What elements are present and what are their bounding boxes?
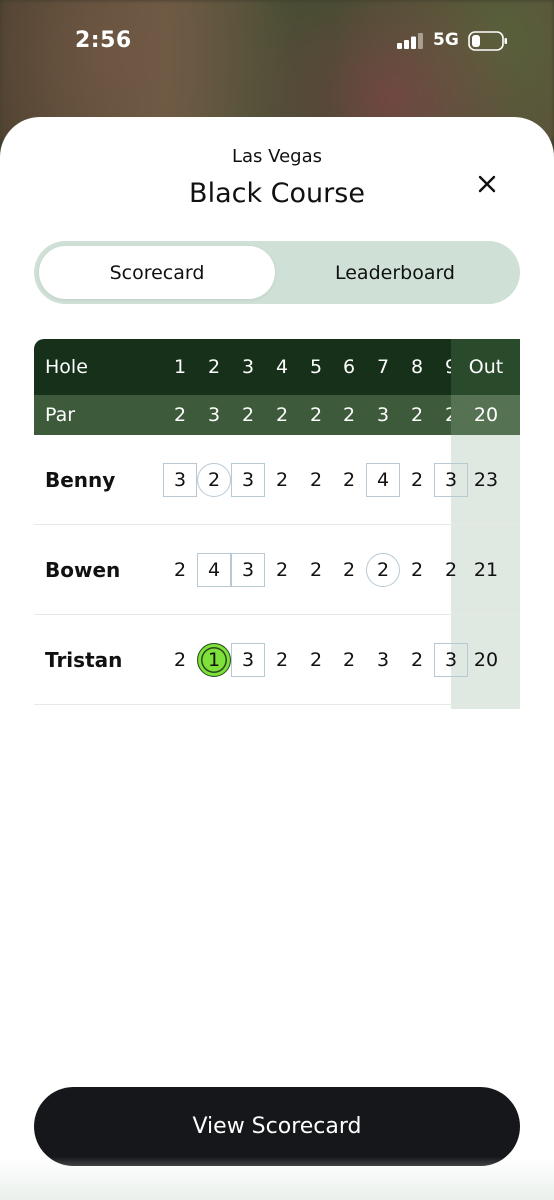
hole-number: 2 (207, 356, 221, 378)
score-value: 2 (309, 559, 323, 581)
score-cell: 3 (163, 435, 197, 525)
par-out: 20 (451, 395, 520, 435)
par-row: Par 232222322204 (34, 395, 520, 435)
score-cell: 2 (332, 525, 366, 615)
signal-icon (397, 33, 423, 49)
score-value: 2 (275, 559, 289, 581)
hole-label: Hole (45, 356, 88, 378)
table-row: Tristan213222323204 (34, 615, 520, 705)
score-cell: 2 (400, 615, 434, 705)
score-cell: 2 (163, 525, 197, 615)
score-value: 2 (342, 559, 356, 581)
score-square: 3 (231, 643, 265, 677)
player-out: 20 (473, 649, 499, 671)
hole-number: 6 (342, 356, 356, 378)
par-value: 2 (241, 404, 255, 426)
table-row: Benny323222423234 (34, 435, 520, 525)
bottom-fade (0, 1157, 554, 1200)
hole-number: 4 (275, 356, 289, 378)
par-label: Par (45, 404, 76, 426)
scorecard-table: Hole 123456789OutT Par 232222322204 Benn… (34, 339, 520, 709)
score-value: 2 (410, 649, 424, 671)
par-value: 2 (309, 404, 323, 426)
course-location: Las Vegas (232, 146, 322, 167)
par-value: 3 (376, 404, 390, 426)
hole-number: 5 (309, 356, 323, 378)
score-cell: 2 (299, 435, 333, 525)
score-cell: 2 (299, 525, 333, 615)
view-toggle: Scorecard Leaderboard (34, 241, 520, 304)
score-circle: 2 (366, 553, 400, 587)
network-label: 5G (433, 30, 459, 50)
score-cell: 2 (299, 615, 333, 705)
score-cell: 2 (265, 525, 299, 615)
score-cell: 2 (197, 435, 231, 525)
score-circle: 2 (197, 463, 231, 497)
tab-leaderboard[interactable]: Leaderboard (275, 246, 515, 299)
score-cell: 2 (366, 525, 400, 615)
status-bar: 2:56 5G (0, 0, 554, 80)
tab-scorecard[interactable]: Scorecard (39, 246, 275, 299)
battery-icon (468, 31, 507, 51)
par-value: 2 (173, 404, 187, 426)
status-time: 2:56 (75, 28, 132, 53)
hole-row: Hole 123456789OutT (34, 339, 520, 395)
score-cell: 2 (400, 435, 434, 525)
score-cell: 2 (332, 435, 366, 525)
score-value: 2 (309, 469, 323, 491)
score-cell: 1 (197, 615, 231, 705)
player-out: 21 (473, 559, 499, 581)
score-cell: 3 (231, 615, 265, 705)
score-value: 2 (173, 559, 187, 581)
score-value: 2 (275, 649, 289, 671)
table-row: Bowen243222222214 (34, 525, 520, 615)
par-value: 3 (207, 404, 221, 426)
score-cell: 3 (231, 525, 265, 615)
score-value: 2 (275, 469, 289, 491)
player-name: Tristan (45, 648, 123, 672)
score-cell: 2 (265, 435, 299, 525)
score-value: 2 (410, 469, 424, 491)
close-button[interactable] (470, 167, 504, 201)
score-cell: 2 (332, 615, 366, 705)
score-cell: 2 (265, 615, 299, 705)
close-icon (478, 175, 496, 193)
par-value: 2 (275, 404, 289, 426)
score-square: 4 (197, 553, 231, 587)
hole-number: 3 (241, 356, 255, 378)
score-value: 2 (342, 649, 356, 671)
scorecard-sheet: Las Vegas Black Course Scorecard Leaderb… (0, 117, 554, 1200)
score-value: 2 (342, 469, 356, 491)
view-scorecard-button[interactable]: View Scorecard (34, 1087, 520, 1166)
score-cell: 4 (366, 435, 400, 525)
score-value: 2 (173, 649, 187, 671)
score-square: 3 (163, 463, 197, 497)
par-value: 2 (342, 404, 356, 426)
score-square: 3 (231, 463, 265, 497)
player-name: Bowen (45, 558, 121, 582)
player-out: 23 (473, 469, 499, 491)
score-ace: 1 (197, 643, 231, 677)
score-square: 4 (366, 463, 400, 497)
score-cell: 2 (400, 525, 434, 615)
score-cell: 2 (163, 615, 197, 705)
out-header: Out (451, 339, 520, 395)
score-value: 2 (309, 649, 323, 671)
hole-number: 7 (376, 356, 390, 378)
hole-number: 8 (410, 356, 424, 378)
score-cell: 3 (231, 435, 265, 525)
player-name: Benny (45, 468, 116, 492)
score-square: 3 (231, 553, 265, 587)
score-value: 3 (376, 649, 390, 671)
score-cell: 3 (366, 615, 400, 705)
hole-number: 1 (173, 356, 187, 378)
par-value: 2 (410, 404, 424, 426)
score-value: 2 (410, 559, 424, 581)
score-cell: 4 (197, 525, 231, 615)
